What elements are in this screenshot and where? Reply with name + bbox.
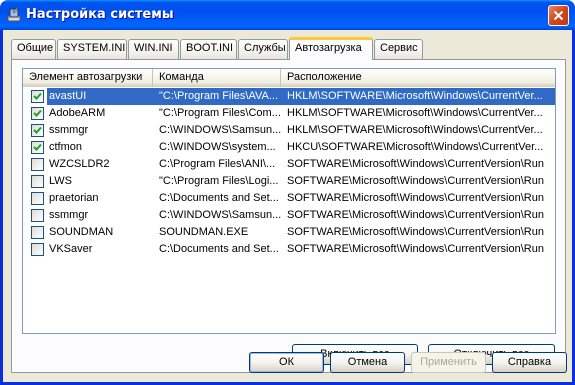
- startup-checkbox[interactable]: [31, 175, 44, 188]
- item-name: ctfmon: [49, 141, 83, 153]
- close-icon: [553, 10, 564, 21]
- tab-startup[interactable]: Автозагрузка: [289, 37, 373, 60]
- list-header: Элемент автозагрузки Команда Расположени…: [23, 69, 555, 87]
- item-command: C:\WINDOWS\Samsun...: [159, 209, 281, 221]
- item-name: AdobeARM: [49, 107, 106, 119]
- item-location: SOFTWARE\Microsoft\Windows\CurrentVersio…: [287, 243, 544, 255]
- item-location: HKLM\SOFTWARE\Microsoft\Windows\CurrentV…: [281, 88, 555, 105]
- tab-strip: Общие SYSTEM.INI WIN.INI BOOT.INI Службы…: [11, 37, 566, 60]
- list-item[interactable]: ssmmgr C:\WINDOWS\Samsun... SOFTWARE\Micro…: [23, 207, 555, 224]
- item-command: SOUNDMAN.EXE: [159, 226, 249, 238]
- item-location: HKLM\SOFTWARE\Microsoft\Windows\CurrentV…: [287, 124, 543, 136]
- item-location: SOFTWARE\Microsoft\Windows\CurrentVersio…: [287, 226, 544, 238]
- list-item[interactable]: praetorian C:\Documents and Set... SOFTWAR…: [23, 190, 555, 207]
- item-name: praetorian: [49, 192, 99, 204]
- item-name: ssmmgr: [49, 124, 89, 136]
- checkmark-icon: [33, 126, 42, 134]
- checkmark-icon: [33, 143, 42, 151]
- item-location: SOFTWARE\Microsoft\Windows\CurrentVersio…: [287, 192, 544, 204]
- item-command: C:\Program Files\ANI\...: [159, 158, 276, 170]
- list-item[interactable]: ssmmgr C:\WINDOWS\Samsun... HKLM\SOFTWARE\…: [23, 122, 555, 139]
- column-header-command[interactable]: Команда: [153, 69, 281, 87]
- item-command: "C:\Program Files\Logi...: [159, 175, 279, 187]
- startup-checkbox[interactable]: [31, 226, 44, 239]
- window-title: Настройка системы: [26, 7, 174, 22]
- apply-button[interactable]: Применить: [411, 352, 486, 373]
- startup-checkbox[interactable]: [31, 243, 44, 256]
- checkmark-icon: [33, 92, 42, 100]
- item-command: C:\WINDOWS\system...: [159, 141, 276, 153]
- item-name: VKSaver: [49, 243, 93, 255]
- item-command: "C:\Program Files\Com...: [159, 107, 281, 119]
- item-location: SOFTWARE\Microsoft\Windows\CurrentVersio…: [287, 158, 544, 170]
- tab-win-ini[interactable]: WIN.INI: [128, 39, 179, 59]
- startup-panel: Элемент автозагрузки Команда Расположени…: [11, 59, 566, 373]
- startup-list[interactable]: Элемент автозагрузки Команда Расположени…: [22, 68, 556, 334]
- item-location: HKCU\SOFTWARE\Microsoft\Windows\CurrentV…: [287, 141, 544, 153]
- item-name: LWS: [49, 175, 73, 187]
- item-command: C:\Documents and Set...: [159, 192, 279, 204]
- list-item[interactable]: WZCSLDR2 C:\Program Files\ANI\... SOFTWARE…: [23, 156, 555, 173]
- item-command: C:\Documents and Set...: [159, 243, 279, 255]
- item-command: C:\WINDOWS\Samsun...: [159, 124, 281, 136]
- dialog-client-area: Общие SYSTEM.INI WIN.INI BOOT.INI Службы…: [3, 30, 572, 382]
- item-name: ssmmgr: [49, 209, 89, 221]
- item-location: SOFTWARE\Microsoft\Windows\CurrentVersio…: [287, 175, 544, 187]
- checkmark-icon: [33, 109, 42, 117]
- item-name: SOUNDMAN: [49, 226, 114, 238]
- startup-checkbox[interactable]: [31, 158, 44, 171]
- item-name: avastUI: [47, 88, 153, 105]
- startup-checkbox[interactable]: [31, 209, 44, 222]
- help-button[interactable]: Справка: [492, 352, 567, 373]
- tab-boot-ini[interactable]: BOOT.INI: [180, 39, 237, 59]
- startup-checkbox[interactable]: [31, 90, 44, 103]
- tab-general[interactable]: Общие: [11, 39, 56, 59]
- item-name: WZCSLDR2: [49, 158, 110, 170]
- item-command: "C:\Program Files\AVA...: [153, 88, 281, 105]
- ok-button[interactable]: ОК: [249, 352, 324, 373]
- startup-checkbox[interactable]: [31, 192, 44, 205]
- list-item[interactable]: AdobeARM "C:\Program Files\Com... HKLM\SOF…: [23, 105, 555, 122]
- list-item[interactable]: VKSaver C:\Documents and Set... SOFTWARE\M…: [23, 241, 555, 258]
- system-config-window: Настройка системы Общие SYSTEM.INI WIN.I…: [0, 0, 575, 385]
- list-item[interactable]: avastUI "C:\Program Files\AVA... HKLM\SOFT…: [23, 88, 555, 105]
- startup-checkbox[interactable]: [31, 107, 44, 120]
- item-location: HKLM\SOFTWARE\Microsoft\Windows\CurrentV…: [287, 107, 543, 119]
- tab-tools[interactable]: Сервис: [374, 39, 423, 59]
- tab-system-ini[interactable]: SYSTEM.INI: [57, 39, 127, 59]
- title-bar[interactable]: Настройка системы: [0, 0, 575, 30]
- list-item[interactable]: SOUNDMAN SOUNDMAN.EXE SOFTWARE\Microsoft\W…: [23, 224, 555, 241]
- tab-services[interactable]: Службы: [238, 39, 288, 59]
- system-config-icon: [7, 7, 21, 22]
- list-item[interactable]: ctfmon C:\WINDOWS\system... HKCU\SOFTWARE\…: [23, 139, 555, 156]
- list-item[interactable]: LWS "C:\Program Files\Logi... SOFTWARE\Mic…: [23, 173, 555, 190]
- startup-checkbox[interactable]: [31, 141, 44, 154]
- column-header-item[interactable]: Элемент автозагрузки: [23, 69, 153, 87]
- cancel-button[interactable]: Отмена: [330, 352, 405, 373]
- column-header-location[interactable]: Расположение: [281, 69, 555, 87]
- close-button[interactable]: [548, 5, 569, 26]
- startup-checkbox[interactable]: [31, 124, 44, 137]
- item-location: SOFTWARE\Microsoft\Windows\CurrentVersio…: [287, 209, 544, 221]
